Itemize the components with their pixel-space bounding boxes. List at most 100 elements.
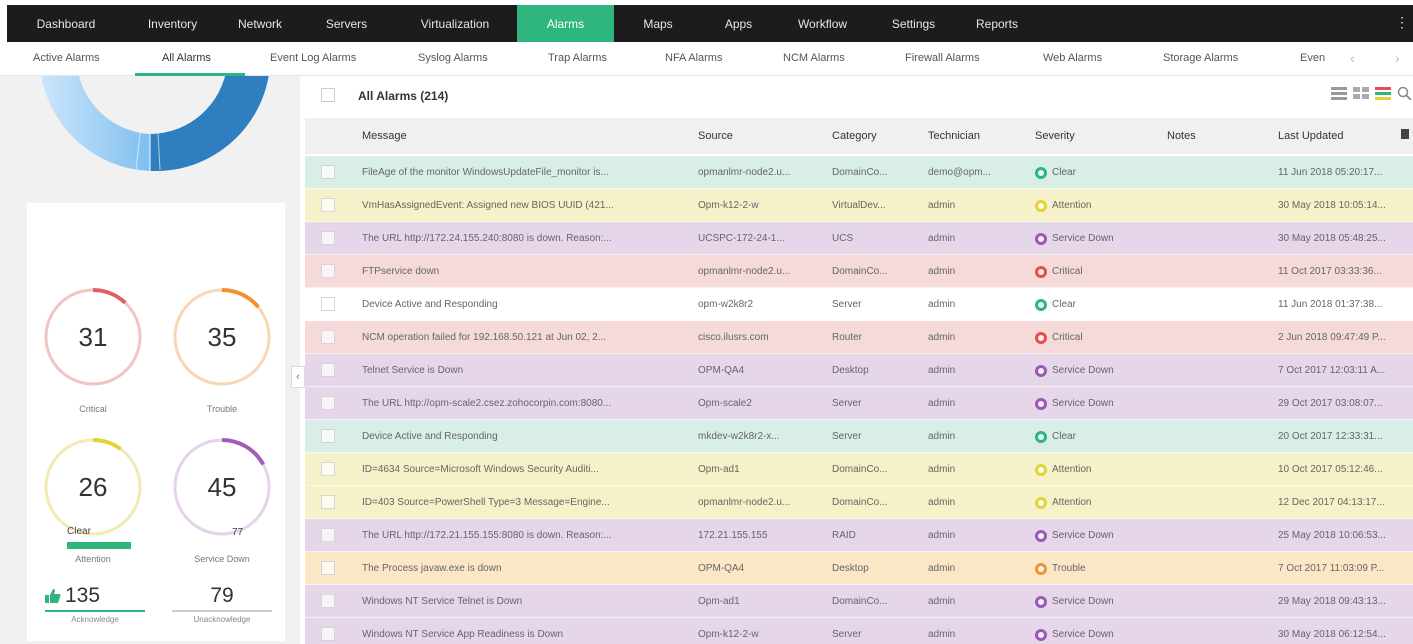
cell-message[interactable]: Device Active and Responding xyxy=(362,420,687,453)
cell-source: opmanlmr-node2.u... xyxy=(698,497,791,508)
row-checkbox[interactable] xyxy=(321,528,335,542)
table-row[interactable]: Windows NT Service App Readiness is Down… xyxy=(305,618,1413,644)
row-checkbox[interactable] xyxy=(321,231,335,245)
nav-item-reports[interactable]: Reports xyxy=(957,5,1037,42)
row-checkbox[interactable] xyxy=(321,165,335,179)
subtab-web-alarms[interactable]: Web Alarms xyxy=(1043,42,1102,76)
cell-message[interactable]: Device Active and Responding xyxy=(362,288,687,321)
table-row[interactable]: Telnet Service is Down OPM-QA4 Desktop admi… xyxy=(305,354,1413,387)
row-checkbox[interactable] xyxy=(321,297,335,311)
subtab-nfa-alarms[interactable]: NFA Alarms xyxy=(665,42,722,76)
row-checkbox[interactable] xyxy=(321,627,335,641)
cell-message[interactable]: ID=403 Source=PowerShell Type=3 Message=… xyxy=(362,486,687,519)
subtab-ncm-alarms[interactable]: NCM Alarms xyxy=(783,42,845,76)
table-row[interactable]: NCM operation failed for 192.168.50.121 … xyxy=(305,321,1413,354)
table-row[interactable]: The Process javaw.exe is down OPM-QA4 Desk… xyxy=(305,552,1413,585)
nav-item-network[interactable]: Network xyxy=(220,5,300,42)
severity-badge: Service Down xyxy=(1035,519,1114,552)
column-header-message[interactable]: Message xyxy=(362,118,407,154)
subtab-firewall-alarms[interactable]: Firewall Alarms xyxy=(905,42,980,76)
severity-view-icon[interactable] xyxy=(1375,86,1391,100)
cell-severity: Trouble xyxy=(1035,552,1160,585)
table-row[interactable]: Device Active and Responding opm-w2k8r2 Se… xyxy=(305,288,1413,321)
table-row[interactable]: Device Active and Responding mkdev-w2k8r2… xyxy=(305,420,1413,453)
subtab-all-alarms[interactable]: All Alarms xyxy=(162,42,211,76)
nav-item-inventory[interactable]: Inventory xyxy=(125,5,220,42)
table-row[interactable]: Windows NT Service Telnet is Down Opm-ad1… xyxy=(305,585,1413,618)
grid-view-icon[interactable] xyxy=(1353,86,1369,100)
subtab-storage-alarms[interactable]: Storage Alarms xyxy=(1163,42,1238,76)
row-checkbox[interactable] xyxy=(321,462,335,476)
cell-severity: Service Down xyxy=(1035,354,1160,387)
nav-item-maps[interactable]: Maps xyxy=(614,5,702,42)
row-checkbox[interactable] xyxy=(321,495,335,509)
cell-notes xyxy=(1167,552,1267,585)
column-header-technician[interactable]: Technician xyxy=(928,118,980,154)
grid-title: All Alarms (214) xyxy=(358,89,449,103)
table-row[interactable]: The URL http://172.21.155.155:8080 is do… xyxy=(305,519,1413,552)
column-header-source[interactable]: Source xyxy=(698,118,733,154)
row-checkbox[interactable] xyxy=(321,330,335,344)
cell-severity: Attention xyxy=(1035,453,1160,486)
nav-item-settings[interactable]: Settings xyxy=(870,5,957,42)
table-row[interactable]: ID=403 Source=PowerShell Type=3 Message=… xyxy=(305,486,1413,519)
table-row[interactable]: FileAge of the monitor WindowsUpdateFile… xyxy=(305,156,1413,189)
column-header-notes[interactable]: Notes xyxy=(1167,118,1196,154)
cell-category: RAID xyxy=(832,530,856,541)
unacknowledged-block[interactable]: 79 Unacknowledge xyxy=(172,584,272,624)
nav-item-servers[interactable]: Servers xyxy=(300,5,393,42)
cell-message[interactable]: The Process javaw.exe is down xyxy=(362,552,687,585)
cell-message[interactable]: VmHasAssignedEvent: Assigned new BIOS UU… xyxy=(362,189,687,222)
table-row[interactable]: VmHasAssignedEvent: Assigned new BIOS UU… xyxy=(305,189,1413,222)
severity-status-icon xyxy=(1035,496,1047,509)
column-header-severity[interactable]: Severity xyxy=(1035,118,1075,154)
severity-text: Service Down xyxy=(1052,530,1114,541)
collapse-panel-button[interactable]: ‹ xyxy=(291,366,305,388)
subtab-trap-alarms[interactable]: Trap Alarms xyxy=(548,42,607,76)
table-row[interactable]: The URL http://172.24.155.240:8080 is do… xyxy=(305,222,1413,255)
row-checkbox[interactable] xyxy=(321,264,335,278)
row-checkbox[interactable] xyxy=(321,198,335,212)
trash-icon[interactable] xyxy=(1401,129,1409,139)
list-view-icon[interactable] xyxy=(1331,86,1347,100)
subtab-syslog-alarms[interactable]: Syslog Alarms xyxy=(418,42,488,76)
chevron-right-icon[interactable]: › xyxy=(1395,50,1400,66)
nav-item-alarms[interactable]: Alarms xyxy=(517,5,614,42)
table-row[interactable]: The URL http://opm-scale2.csez.zohocorpi… xyxy=(305,387,1413,420)
cell-message[interactable]: FTPservice down xyxy=(362,255,687,288)
more-options-icon[interactable]: ⋮ xyxy=(1395,15,1409,29)
nav-item-apps[interactable]: Apps xyxy=(702,5,775,42)
cell-severity: Attention xyxy=(1035,486,1160,519)
subtab-event-log-alarms[interactable]: Event Log Alarms xyxy=(270,42,356,76)
row-checkbox[interactable] xyxy=(321,561,335,575)
cell-message[interactable]: NCM operation failed for 192.168.50.121 … xyxy=(362,321,687,354)
subtab-even[interactable]: Even xyxy=(1300,42,1325,76)
cell-message[interactable]: Telnet Service is Down xyxy=(362,354,687,387)
row-checkbox[interactable] xyxy=(321,396,335,410)
cell-message[interactable]: The URL http://opm-scale2.csez.zohocorpi… xyxy=(362,387,687,420)
table-row[interactable]: FTPservice down opmanlmr-node2.u... Domain… xyxy=(305,255,1413,288)
column-header-last-updated[interactable]: Last Updated xyxy=(1278,118,1343,154)
alarms-grid: All Alarms (214) Message Source Category Te… xyxy=(305,76,1413,644)
cell-message[interactable]: FileAge of the monitor WindowsUpdateFile… xyxy=(362,156,687,189)
row-checkbox[interactable] xyxy=(321,363,335,377)
column-header-category[interactable]: Category xyxy=(832,118,877,154)
search-icon[interactable] xyxy=(1397,86,1413,100)
nav-item-dashboard[interactable]: Dashboard xyxy=(7,5,125,42)
chevron-left-icon[interactable]: ‹ xyxy=(1350,50,1355,66)
donut-svg xyxy=(41,76,269,171)
acknowledged-block[interactable]: 135 Acknowledge xyxy=(45,584,145,624)
table-row[interactable]: ID=4634 Source=Microsoft Windows Securit… xyxy=(305,453,1413,486)
select-all-checkbox[interactable] xyxy=(321,88,335,102)
nav-item-virtualization[interactable]: Virtualization xyxy=(393,5,517,42)
nav-item-workflow[interactable]: Workflow xyxy=(775,5,870,42)
row-checkbox[interactable] xyxy=(321,594,335,608)
row-checkbox[interactable] xyxy=(321,429,335,443)
subtab-active-alarms[interactable]: Active Alarms xyxy=(33,42,100,76)
cell-message[interactable]: ID=4634 Source=Microsoft Windows Securit… xyxy=(362,453,687,486)
cell-message[interactable]: The URL http://172.24.155.240:8080 is do… xyxy=(362,222,687,255)
severity-status-icon xyxy=(1035,562,1047,575)
cell-message[interactable]: The URL http://172.21.155.155:8080 is do… xyxy=(362,519,687,552)
cell-message[interactable]: Windows NT Service Telnet is Down xyxy=(362,585,687,618)
cell-message[interactable]: Windows NT Service App Readiness is Down xyxy=(362,618,687,644)
